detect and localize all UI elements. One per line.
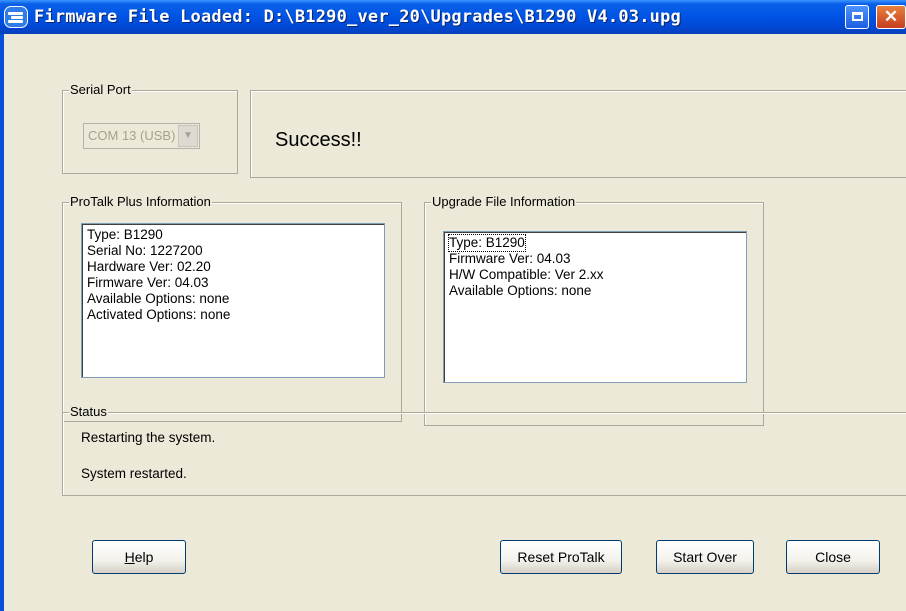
close-button[interactable]: Close [786, 540, 880, 574]
client-area: Serial Port COM 13 (USB) ▼ Success!! Pro… [4, 34, 906, 611]
list-item: Available Options: none [87, 291, 230, 306]
protalk-info-list[interactable]: Type: B1290 Serial No: 1227200 Hardware … [81, 223, 385, 378]
window-close-button[interactable]: ✕ [876, 5, 906, 29]
upgrade-info-list[interactable]: Type: B1290 Firmware Ver: 04.03 H/W Comp… [443, 231, 747, 383]
serial-port-select[interactable]: COM 13 (USB) ▼ [83, 123, 200, 149]
list-item: Hardware Ver: 02.20 [87, 259, 211, 274]
help-mnemonic: H [124, 549, 135, 565]
status-group: Status Restarting the system. System res… [62, 404, 906, 496]
restore-button[interactable] [845, 5, 869, 29]
status-line: System restarted. [81, 466, 187, 481]
list-item: Serial No: 1227200 [87, 243, 203, 258]
app-icon[interactable] [4, 6, 28, 28]
restore-icon [852, 12, 863, 21]
list-item: Firmware Ver: 04.03 [449, 251, 571, 266]
list-item: Firmware Ver: 04.03 [87, 275, 209, 290]
upgrade-info-label: Upgrade File Information [431, 194, 577, 209]
protalk-info-label: ProTalk Plus Information [69, 194, 212, 209]
list-item: H/W Compatible: Ver 2.xx [449, 267, 604, 282]
serial-port-label: Serial Port [69, 82, 132, 97]
status-line: Restarting the system. [81, 430, 216, 445]
title-bar[interactable]: Firmware File Loaded: D:\B1290_ver_20\Up… [0, 0, 906, 34]
result-message: Success!! [275, 129, 362, 151]
start-over-button[interactable]: Start Over [656, 540, 754, 574]
serial-port-value: COM 13 (USB) [88, 128, 176, 143]
close-label: Close [815, 549, 851, 565]
help-button[interactable]: Help [92, 540, 186, 574]
start-over-label: Start Over [673, 549, 737, 565]
window-title: Firmware File Loaded: D:\B1290_ver_20\Up… [34, 7, 681, 27]
list-item: Activated Options: none [87, 307, 231, 322]
list-item: Type: B1290 [87, 227, 163, 242]
upgrade-info-group: Upgrade File Information Type: B1290 Fir… [424, 194, 764, 426]
reset-protalk-button[interactable]: Reset ProTalk [500, 540, 622, 574]
protalk-info-group: ProTalk Plus Information Type: B1290 Ser… [62, 194, 402, 422]
serial-port-group: Serial Port COM 13 (USB) ▼ [62, 82, 238, 174]
list-item: Type: B1290 [448, 234, 741, 252]
list-item-selected: Type: B1290 [448, 234, 526, 252]
chevron-down-icon[interactable]: ▼ [178, 125, 198, 147]
result-panel: Success!! [250, 90, 906, 178]
list-item: Available Options: none [449, 283, 592, 298]
reset-protalk-label: Reset ProTalk [517, 549, 605, 565]
help-label: elp [134, 549, 154, 565]
status-label: Status [69, 404, 108, 419]
close-icon: ✕ [883, 7, 899, 26]
